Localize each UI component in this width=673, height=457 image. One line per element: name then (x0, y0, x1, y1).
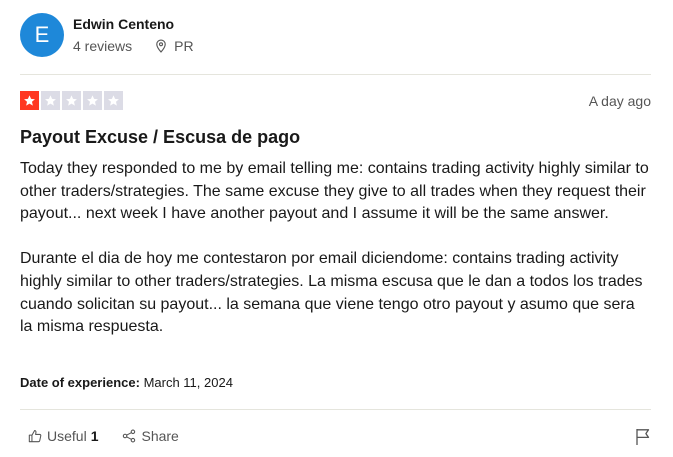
flag-icon[interactable] (635, 428, 651, 446)
review-card: E Edwin Centeno 4 reviews PR A day ago P… (20, 0, 651, 457)
reviews-count: 4 reviews (73, 38, 133, 54)
star-rating (20, 91, 123, 110)
star-empty-icon (41, 91, 60, 110)
location-label: PR (174, 38, 194, 54)
review-paragraph-en: Today they responded to me by email tell… (20, 160, 649, 223)
experience-date: March 11, 2024 (143, 375, 233, 390)
review-actions: Useful 1 Share (28, 428, 179, 444)
star-empty-icon (104, 91, 123, 110)
review-date: A day ago (588, 93, 651, 109)
share-label: Share (141, 428, 179, 444)
useful-count: 1 (90, 428, 99, 444)
location-pin-icon (156, 39, 166, 53)
divider (20, 409, 651, 410)
share-icon (123, 429, 136, 443)
star-empty-icon (83, 91, 102, 110)
avatar[interactable]: E (20, 13, 64, 57)
date-of-experience: Date of experience: March 11, 2024 (20, 375, 233, 390)
consumer-name[interactable]: Edwin Centeno (73, 16, 174, 32)
review-paragraph-es: Durante el dia de hoy me contestaron por… (20, 250, 643, 336)
consumer-location: PR (154, 38, 194, 54)
divider (20, 74, 651, 75)
consumer-meta: 4 reviews PR (73, 38, 194, 54)
useful-label: Useful (47, 428, 87, 444)
review-body: Today they responded to me by email tell… (20, 158, 651, 339)
thumbs-up-icon (28, 430, 42, 443)
experience-label: Date of experience: (20, 375, 140, 390)
share-button[interactable]: Share (122, 428, 179, 444)
review-title[interactable]: Payout Excuse / Escusa de pago (20, 127, 300, 148)
consumer-header: E Edwin Centeno 4 reviews PR (20, 12, 651, 62)
useful-button[interactable]: Useful 1 (28, 428, 98, 444)
star-filled-icon (20, 91, 39, 110)
star-empty-icon (62, 91, 81, 110)
